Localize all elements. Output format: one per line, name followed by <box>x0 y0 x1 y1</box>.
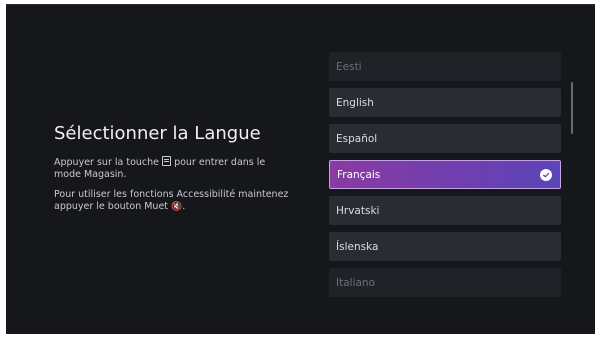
checkmark-icon <box>540 169 552 181</box>
language-item-espanol[interactable]: Español <box>329 124 561 153</box>
language-label: Español <box>336 132 378 145</box>
language-item-english[interactable]: English <box>329 88 561 117</box>
info-panel: Sélectionner la Langue Appuyer sur la to… <box>54 122 294 221</box>
mute-icon: 🔇 <box>171 202 183 212</box>
language-item-italiano[interactable]: Italiano <box>329 268 561 297</box>
language-label: Italiano <box>336 276 375 289</box>
store-mode-hint: Appuyer sur la touche pour entrer dans l… <box>54 156 294 181</box>
language-item-islenska[interactable]: Íslenska <box>329 232 561 261</box>
tv-screen: Sélectionner la Langue Appuyer sur la to… <box>6 4 595 334</box>
language-label: Hrvatski <box>336 204 380 217</box>
language-item-eesti[interactable]: Eesti <box>329 52 561 81</box>
page-title: Sélectionner la Langue <box>54 123 261 144</box>
language-item-hrvatski[interactable]: Hrvatski <box>329 196 561 225</box>
store-mode-hint-text-start: Appuyer sur la touche <box>54 157 159 168</box>
language-list[interactable]: Eesti English Español Français Hrvatski … <box>329 52 561 297</box>
list-scrollbar[interactable] <box>571 82 573 134</box>
guide-key-icon <box>162 156 172 166</box>
language-label: Eesti <box>336 60 362 73</box>
accessibility-hint: Pour utiliser les fonctions Accessibilit… <box>54 189 294 213</box>
language-item-francais[interactable]: Français <box>329 160 561 189</box>
accessibility-hint-period: . <box>182 201 186 212</box>
language-label: Íslenska <box>336 240 379 253</box>
language-label: English <box>336 96 374 109</box>
language-label: Français <box>337 168 381 181</box>
